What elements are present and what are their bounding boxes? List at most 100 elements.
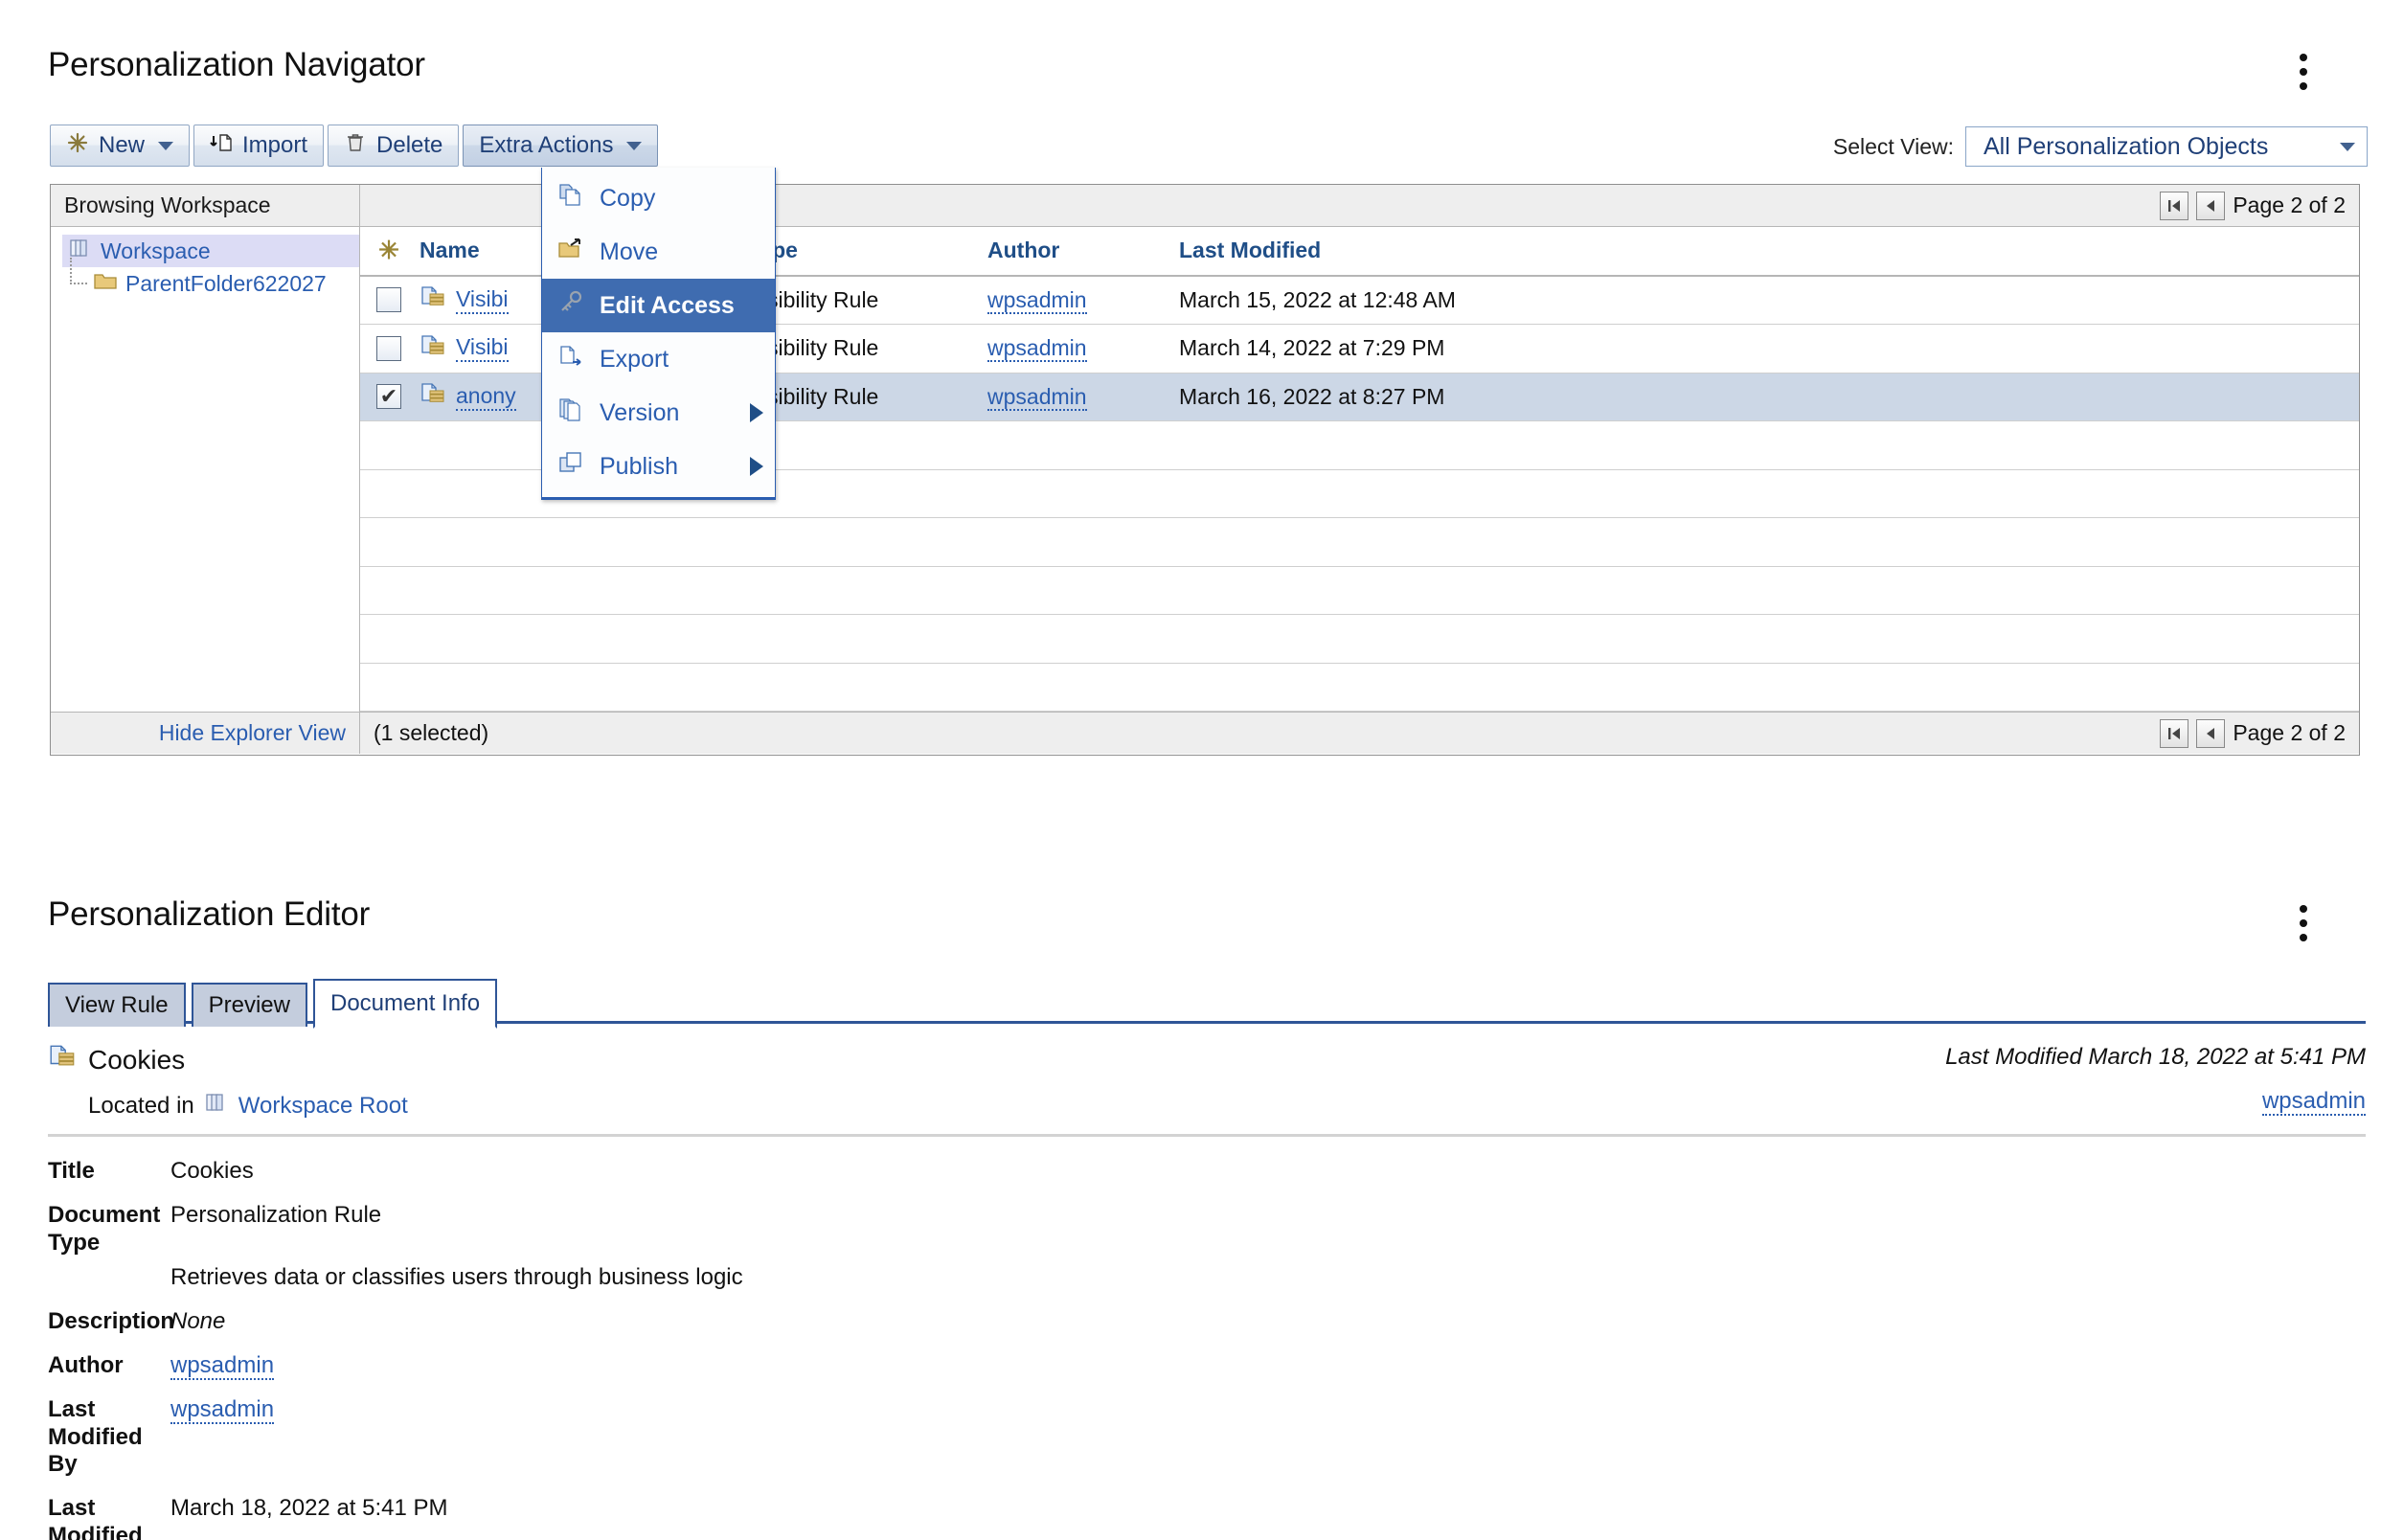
pager-bottom-label: Page 2 of 2: [2233, 720, 2346, 745]
property-value: March 18, 2022 at 5:41 PM: [170, 1495, 448, 1522]
property-value: Retrieves data or classifies users throu…: [170, 1264, 743, 1291]
new-button[interactable]: New: [50, 125, 191, 167]
kebab-dot: [2300, 905, 2307, 913]
key-icon: [557, 290, 584, 322]
hide-explorer-view-cell: Hide Explorer View: [51, 713, 360, 754]
kebab-dot: [2300, 54, 2307, 61]
navigator-panel-body: Workspace ParentFolder622027 ✳ Name Typ: [51, 227, 2359, 712]
tab-document-info[interactable]: Document Info: [312, 979, 498, 1029]
row-checkbox[interactable]: [360, 335, 418, 361]
row-checkbox[interactable]: [360, 287, 418, 313]
menu-item-move[interactable]: Move: [542, 225, 775, 279]
move-folder-icon: [557, 237, 584, 268]
chevron-right-icon: [750, 457, 763, 476]
document-location-row: Located in Workspace Root: [88, 1091, 408, 1121]
row-author-link[interactable]: wpsadmin: [987, 286, 1087, 314]
document-header: Cookies Located in Workspace Root Last M…: [48, 1044, 2366, 1121]
new-button-label: New: [99, 132, 146, 158]
editor-tabs: View Rule Preview Document Info: [48, 977, 503, 1029]
navigator-kebab-menu-icon[interactable]: [2299, 54, 2308, 90]
import-icon: [210, 131, 233, 161]
last-modified-by-link[interactable]: wpsadmin: [170, 1395, 275, 1424]
star-column-icon: ✳: [378, 236, 399, 265]
column-header-author[interactable]: Author: [987, 238, 1179, 263]
table-row-empty: [360, 518, 2359, 567]
table-row-empty: [360, 615, 2359, 664]
navigator-panel: Browsing Workspace Page 2 of 2 Workspace…: [50, 184, 2360, 756]
previous-page-button[interactable]: [2196, 718, 2226, 748]
property-document-type: Document Type Personalization Rule: [48, 1202, 2366, 1257]
first-page-button[interactable]: [2160, 191, 2189, 220]
property-key: Title: [48, 1158, 95, 1184]
tab-label: Preview: [208, 992, 290, 1018]
author-link[interactable]: wpsadmin: [170, 1351, 275, 1380]
trash-icon: [344, 131, 367, 161]
editor-kebab-menu-icon[interactable]: [2299, 905, 2308, 941]
menu-item-version[interactable]: Version: [542, 386, 775, 440]
tree-item-label: ParentFolder622027: [125, 270, 327, 296]
select-view-value: All Personalization Objects: [1984, 132, 2269, 160]
selection-status: (1 selected): [374, 720, 489, 745]
document-modifier-link[interactable]: wpsadmin: [2261, 1088, 2366, 1116]
menu-item-publish[interactable]: Publish: [542, 440, 775, 493]
document-modifier: wpsadmin: [1945, 1088, 2366, 1116]
delete-button[interactable]: Delete: [328, 125, 460, 167]
extra-actions-button[interactable]: Extra Actions: [463, 125, 659, 167]
row-type-cell: Visibility Rule: [748, 383, 879, 409]
rule-document-icon: [48, 1044, 77, 1076]
extra-actions-menu: Copy Move Edit Access Export Version Pub…: [541, 168, 776, 500]
browsing-workspace-label: Browsing Workspace: [51, 185, 360, 226]
table-row-empty: [360, 567, 2359, 615]
menu-item-edit-access[interactable]: Edit Access: [542, 279, 775, 332]
select-view-dropdown[interactable]: All Personalization Objects: [1965, 126, 2368, 167]
column-header-last-modified[interactable]: Last Modified: [1179, 238, 2359, 263]
publish-icon: [557, 451, 584, 483]
first-page-button[interactable]: [2160, 718, 2189, 748]
property-value: wpsadmin: [170, 1395, 275, 1479]
previous-page-button[interactable]: [2196, 191, 2226, 220]
navigator-page-title: Personalization Navigator: [48, 46, 425, 83]
row-author-link[interactable]: wpsadmin: [987, 335, 1087, 363]
delete-button-label: Delete: [376, 132, 443, 158]
document-title-row: Cookies: [48, 1044, 408, 1076]
property-last-modified-by: Last Modified By wpsadmin: [48, 1395, 2366, 1479]
hide-explorer-view-link[interactable]: Hide Explorer View: [159, 720, 346, 746]
document-info-panel: Cookies Located in Workspace Root Last M…: [48, 1044, 2366, 1540]
tree-item-parentfolder[interactable]: ParentFolder622027: [70, 258, 359, 300]
import-button-label: Import: [242, 132, 308, 158]
tree-item-workspace[interactable]: Workspace: [62, 235, 359, 267]
property-document-type-description: Retrieves data or classifies users throu…: [48, 1264, 2366, 1292]
tab-preview[interactable]: Preview: [191, 983, 307, 1027]
document-location-link[interactable]: Workspace Root: [238, 1093, 408, 1120]
explorer-tree: Workspace ParentFolder622027: [51, 227, 360, 712]
row-type-cell: Visibility Rule: [748, 335, 879, 361]
navigator-panel-header: Browsing Workspace Page 2 of 2: [51, 185, 2359, 227]
menu-item-label: Edit Access: [600, 291, 735, 319]
kebab-dot: [2300, 934, 2307, 941]
row-last-modified-cell: March 14, 2022 at 7:29 PM: [1179, 335, 1445, 361]
tab-view-rule[interactable]: View Rule: [48, 983, 186, 1027]
property-key: Description: [48, 1308, 175, 1335]
menu-item-export[interactable]: Export: [542, 332, 775, 386]
row-name-link[interactable]: Visibi: [456, 334, 509, 363]
property-value: None: [170, 1308, 226, 1335]
row-checkbox[interactable]: ✔: [360, 384, 418, 410]
column-header-type[interactable]: Type: [748, 238, 987, 263]
row-author-link[interactable]: wpsadmin: [987, 383, 1087, 411]
kebab-dot: [2300, 68, 2307, 76]
document-meta-right: Last Modified March 18, 2022 at 5:41 PM …: [1945, 1044, 2366, 1116]
row-name-link[interactable]: anony: [456, 383, 516, 411]
property-title: Title Cookies: [48, 1158, 2366, 1186]
rule-document-icon: [420, 285, 446, 314]
chevron-right-icon: [750, 403, 763, 422]
version-icon: [557, 397, 584, 429]
menu-item-copy[interactable]: Copy: [542, 171, 775, 225]
folder-icon: [93, 270, 118, 297]
copy-icon: [557, 183, 584, 215]
workspace-icon: [204, 1091, 229, 1121]
select-view-group: Select View: All Personalization Objects: [1833, 126, 2368, 167]
import-button[interactable]: Import: [193, 125, 325, 167]
select-view-label: Select View:: [1832, 133, 1954, 159]
row-name-link[interactable]: Visibi: [456, 286, 509, 314]
kebab-dot: [2300, 919, 2307, 927]
